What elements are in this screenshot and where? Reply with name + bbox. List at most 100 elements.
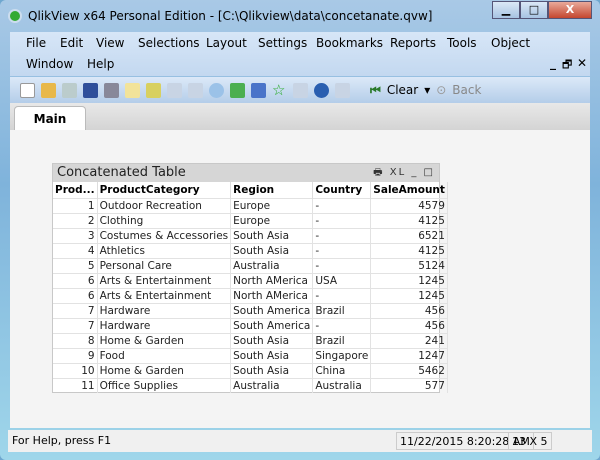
table-row[interactable]: 9 Food South Asia Singapore 1247 [53, 347, 448, 363]
table-cell[interactable]: Hardware [97, 317, 232, 333]
save-icon[interactable] [83, 82, 98, 98]
table-cell[interactable]: 456 [370, 317, 448, 333]
table-cell[interactable]: Personal Care [97, 257, 232, 273]
table-cell[interactable]: Brazil [312, 302, 372, 318]
table-cell[interactable]: Europe [230, 197, 314, 213]
open-icon[interactable] [41, 82, 56, 98]
table-cell[interactable]: 456 [370, 302, 448, 318]
table-cell[interactable]: Brazil [312, 332, 372, 348]
table-cell[interactable]: 1245 [370, 287, 448, 303]
menu-file[interactable]: File [26, 36, 46, 50]
new-icon[interactable] [20, 82, 35, 98]
caption-icons[interactable]: 🖶 XL _ □ [373, 164, 435, 182]
table-cell[interactable]: China [312, 362, 372, 378]
table-cell[interactable]: 1247 [370, 347, 448, 363]
table-cell[interactable]: 2 [53, 212, 98, 228]
column-header[interactable]: SaleAmount [370, 182, 448, 198]
table-cell[interactable]: 6 [53, 287, 98, 303]
column-header[interactable]: Country [312, 182, 372, 198]
column-header[interactable]: Region [230, 182, 314, 198]
table-cell[interactable]: 4579 [370, 197, 448, 213]
table-cell[interactable]: Australia [312, 377, 372, 393]
column-header[interactable]: Prod... [53, 182, 98, 198]
menu-reports[interactable]: Reports [390, 36, 436, 50]
table-cell[interactable]: South America [230, 317, 314, 333]
table-cell[interactable]: Home & Garden [97, 362, 232, 378]
close-button[interactable]: X [548, 1, 592, 19]
table-cell[interactable]: South Asia [230, 362, 314, 378]
reload-data-icon[interactable] [146, 82, 161, 98]
table-row[interactable]: 4 Athletics South Asia -4125 [53, 242, 448, 258]
reload-icon[interactable] [62, 82, 77, 98]
mdi-close-button[interactable]: ✕ [577, 56, 587, 70]
menu-view[interactable]: View [96, 36, 124, 50]
table-cell[interactable]: 9 [53, 347, 98, 363]
chart-wizard-icon[interactable] [251, 82, 266, 98]
minimize-button[interactable]: ▁ [492, 1, 520, 19]
back-button[interactable]: Back [452, 83, 481, 97]
table-cell[interactable]: South Asia [230, 332, 314, 348]
table-cell[interactable]: Europe [230, 212, 314, 228]
table-cell[interactable]: - [312, 242, 372, 258]
selections-icon[interactable] [230, 82, 245, 98]
table-cell[interactable]: 10 [53, 362, 98, 378]
table-cell[interactable]: Arts & Entertainment [97, 272, 232, 288]
table-cell[interactable]: South Asia [230, 347, 314, 363]
maximize-button[interactable]: □ [520, 1, 548, 19]
table-cell[interactable]: USA [312, 272, 372, 288]
table-cell[interactable]: Food [97, 347, 232, 363]
table-cell[interactable]: 4125 [370, 212, 448, 228]
table-row[interactable]: 8 Home & Garden South Asia Brazil 241 [53, 332, 448, 348]
table-row[interactable]: 6 Arts & Entertainment North AMerica USA 124… [53, 272, 448, 288]
table-cell[interactable]: Singapore [312, 347, 372, 363]
table-cell[interactable]: North AMerica [230, 287, 314, 303]
menu-settings[interactable]: Settings [258, 36, 307, 50]
undo-icon[interactable] [167, 82, 182, 98]
table-cell[interactable]: 7 [53, 317, 98, 333]
menu-bookmarks[interactable]: Bookmarks [316, 36, 383, 50]
table-row[interactable]: 2 Clothing Europe -4125 [53, 212, 448, 228]
table-row[interactable]: 7 Hardware South America -456 [53, 317, 448, 333]
table-cell[interactable]: 5 [53, 257, 98, 273]
table-cell[interactable]: - [312, 287, 372, 303]
table-cell[interactable]: North AMerica [230, 272, 314, 288]
table-cell[interactable]: Australia [230, 377, 314, 393]
table-cell[interactable]: South Asia [230, 242, 314, 258]
table-cell[interactable]: Office Supplies [97, 377, 232, 393]
clear-dropdown-icon[interactable]: ▾ [424, 83, 430, 97]
table-row[interactable]: 10 Home & Garden South Asia China 5462 [53, 362, 448, 378]
redo-icon[interactable] [188, 82, 203, 98]
table-row[interactable]: 11 Office Supplies Australia Australia 577 [53, 377, 448, 393]
table-cell[interactable]: South Asia [230, 227, 314, 243]
table-cell[interactable]: 4125 [370, 242, 448, 258]
concatenated-table-box[interactable]: Concatenated Table 🖶 XL _ □ Prod... Produ… [52, 163, 448, 393]
menu-edit[interactable]: Edit [60, 36, 83, 50]
table-cell[interactable]: 1245 [370, 272, 448, 288]
table-cell[interactable]: 7 [53, 302, 98, 318]
table-cell[interactable]: Clothing [97, 212, 232, 228]
table-cell[interactable]: Arts & Entertainment [97, 287, 232, 303]
table-cell[interactable]: 5124 [370, 257, 448, 273]
menu-help[interactable]: Help [87, 57, 114, 71]
design-icon[interactable] [293, 82, 308, 98]
table-cell[interactable]: Outdoor Recreation [97, 197, 232, 213]
table-cell[interactable]: - [312, 257, 372, 273]
table-cell[interactable]: Australia [230, 257, 314, 273]
help-icon[interactable] [314, 82, 329, 98]
print-icon[interactable] [104, 82, 119, 98]
table-cell[interactable]: 577 [370, 377, 448, 393]
table-cell[interactable]: 5462 [370, 362, 448, 378]
mdi-minimize-button[interactable]: _ [550, 56, 556, 70]
table-cell[interactable]: South America [230, 302, 314, 318]
table-row[interactable]: 5 Personal Care Australia -5124 [53, 257, 448, 273]
table-row[interactable]: 3 Costumes & Accessories South Asia -6521 [53, 227, 448, 243]
table-cell[interactable]: 3 [53, 227, 98, 243]
table-row[interactable]: 6 Arts & Entertainment North AMerica -1245 [53, 287, 448, 303]
table-cell[interactable]: - [312, 227, 372, 243]
table-cell[interactable]: Costumes & Accessories [97, 227, 232, 243]
table-cell[interactable]: 241 [370, 332, 448, 348]
table-cell[interactable]: Hardware [97, 302, 232, 318]
tab-main[interactable]: Main [14, 106, 86, 130]
bookmark-star-icon[interactable]: ☆ [272, 82, 287, 98]
menu-selections[interactable]: Selections [138, 36, 200, 50]
